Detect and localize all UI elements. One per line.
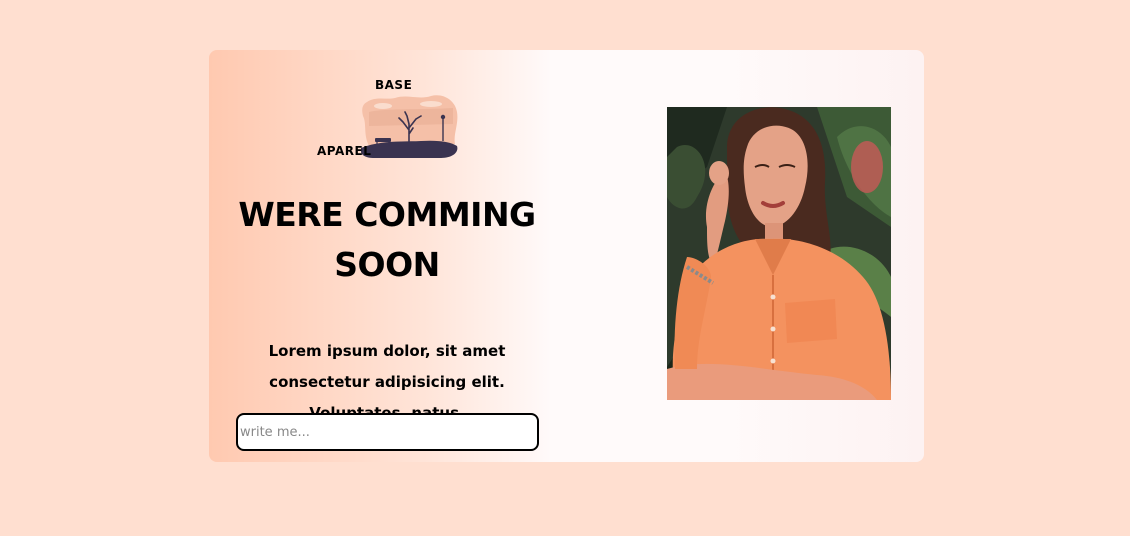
coming-soon-card: BASE APAREL WERE COMMING SOON Lorem ipsu…: [209, 50, 924, 462]
hero-photo: [667, 107, 891, 400]
brand-name-line1: BASE: [375, 78, 413, 92]
tree-landscape-icon: [361, 95, 458, 158]
model-portrait-icon: [667, 107, 891, 400]
page-headline: WERE COMMING SOON: [238, 195, 536, 284]
message-input[interactable]: [236, 413, 539, 451]
brand-logo[interactable]: BASE APAREL: [309, 74, 469, 164]
brand-name-line2: APAREL: [317, 144, 372, 158]
